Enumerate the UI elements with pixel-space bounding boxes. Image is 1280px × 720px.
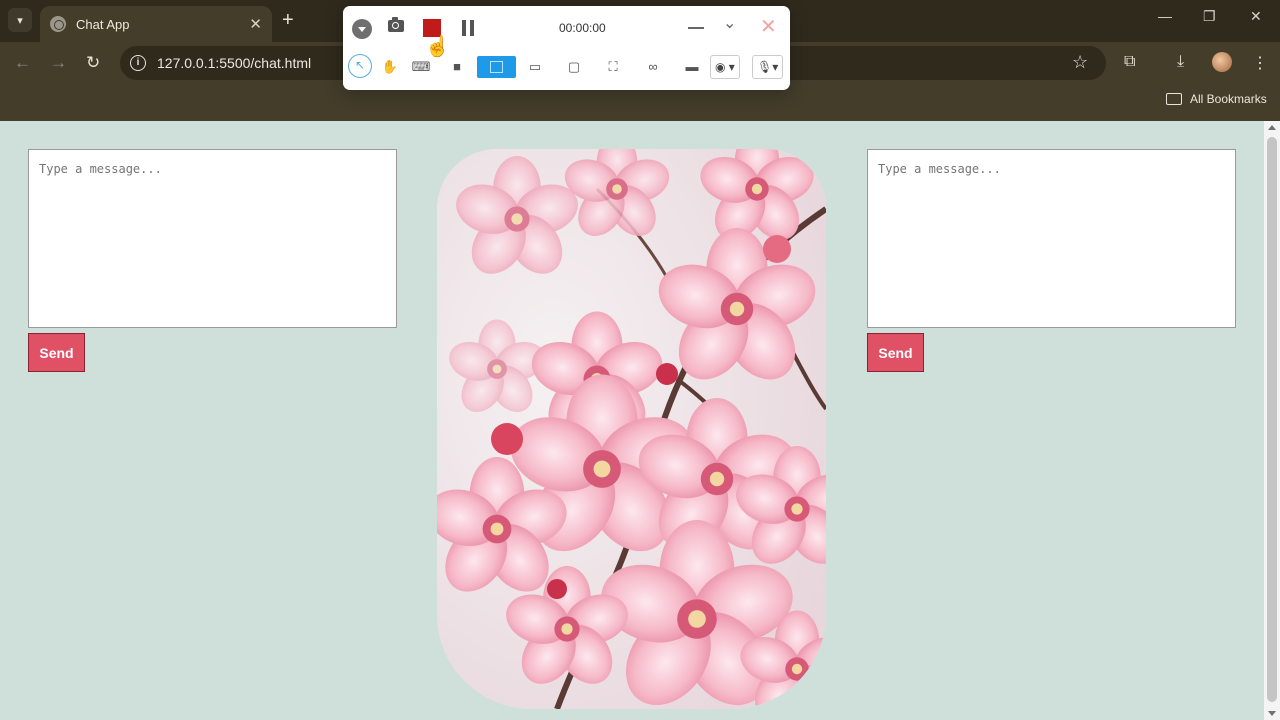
globe-icon (50, 16, 66, 32)
forward-arrow-icon[interactable]: → (50, 53, 67, 73)
recorder-close-button[interactable]: ✕ (760, 17, 777, 37)
screen-recorder-toolbar: 00:00:00 ⌄ ✕ ☝ ↖ ✋ ⌨ ■ ▭ ▢ ⛶ ∞ ▬ ◉ ▾ 🎙▾ (343, 6, 790, 90)
scroll-down-arrow-icon[interactable] (1268, 711, 1276, 716)
site-info-icon[interactable]: i (130, 55, 146, 71)
all-bookmarks-link[interactable]: All Bookmarks (1190, 92, 1267, 106)
fullscreen-icon[interactable]: ⛶ (602, 58, 624, 76)
download-icon[interactable]: ⤓ (1177, 53, 1184, 71)
profile-avatar[interactable] (1212, 52, 1232, 72)
window-close-button[interactable]: ✕ (1250, 8, 1262, 25)
recording-timer: 00:00:00 (559, 21, 606, 35)
hand-tool-icon[interactable]: ✋ (379, 58, 401, 76)
extensions-icon[interactable]: ⧉ (1124, 53, 1135, 71)
camera-icon[interactable] (388, 17, 404, 32)
pause-icon[interactable] (461, 20, 475, 36)
window-restore-button[interactable]: ❐ (1203, 8, 1216, 25)
tab-close-icon[interactable]: ✕ (249, 15, 262, 33)
right-send-button[interactable]: Send (867, 333, 924, 372)
microphone-dropdown[interactable]: 🎙▾ (752, 55, 784, 79)
new-tab-button[interactable]: + (282, 9, 294, 31)
left-message-input[interactable] (28, 149, 397, 328)
tab-chat-app[interactable]: Chat App ✕ (40, 6, 272, 42)
bookmark-star-icon[interactable]: ☆ (1072, 52, 1088, 73)
folder-icon[interactable]: ▬ (681, 58, 703, 76)
window-capture-icon[interactable]: ▢ (563, 58, 585, 76)
mouse-pointer-icon: ☝ (425, 36, 450, 58)
recorder-minimize-button[interactable] (688, 27, 704, 29)
scroll-thumb[interactable] (1267, 137, 1277, 702)
tab-search-button[interactable]: ▾ (8, 8, 32, 32)
left-send-button[interactable]: Send (28, 333, 85, 372)
folder-icon (1166, 93, 1182, 105)
keyboard-icon[interactable]: ⌨ (410, 58, 432, 76)
tab-title: Chat App (76, 16, 130, 32)
recorder-menu-icon[interactable] (352, 19, 372, 39)
more-menu-icon[interactable]: ⋮ (1252, 53, 1268, 73)
window-minimize-button[interactable]: — (1158, 8, 1172, 24)
scroll-up-arrow-icon[interactable] (1268, 125, 1276, 130)
cherry-blossom-illustration (437, 149, 826, 709)
region-capture-icon[interactable] (477, 56, 516, 78)
video-camera-icon[interactable]: ■ (446, 58, 468, 76)
webcam-dropdown[interactable]: ◉ ▾ (710, 55, 740, 79)
cursor-tool-icon[interactable]: ↖ (348, 54, 372, 78)
url-text[interactable]: 127.0.0.1:5500/chat.html (157, 55, 311, 71)
reload-icon[interactable]: ↻ (86, 53, 100, 73)
link-icon[interactable]: ∞ (642, 58, 664, 76)
cherry-blossom-image (437, 149, 826, 709)
back-arrow-icon[interactable]: ← (14, 53, 31, 73)
collapse-chevron-icon[interactable]: ⌄ (723, 16, 736, 32)
monitor-icon[interactable]: ▭ (524, 58, 546, 76)
right-message-input[interactable] (867, 149, 1236, 328)
page-scrollbar[interactable] (1264, 121, 1280, 720)
